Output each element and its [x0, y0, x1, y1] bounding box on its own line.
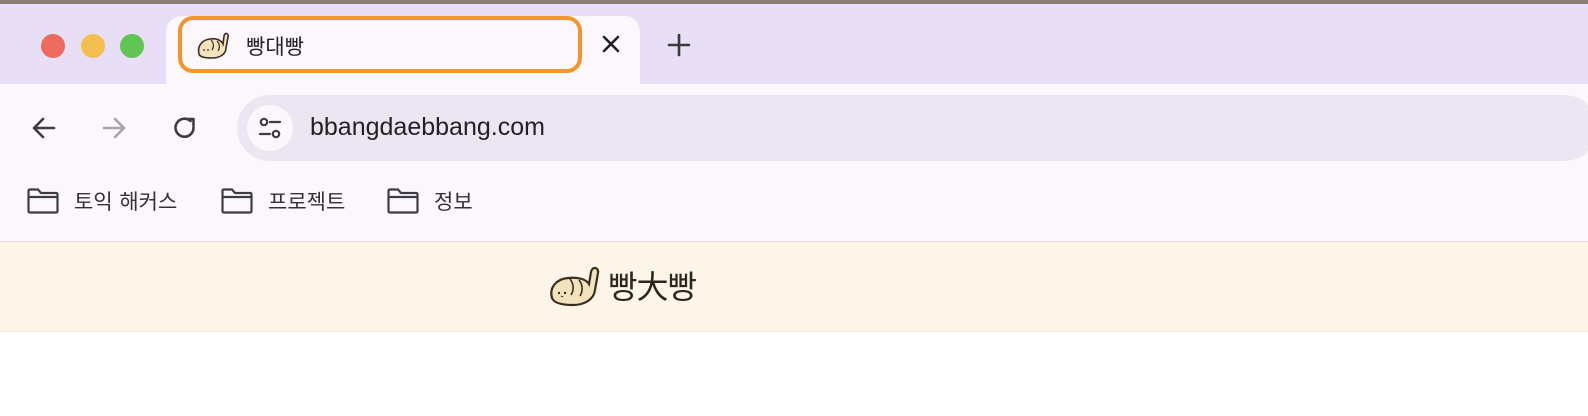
arrow-right-icon — [102, 117, 126, 139]
url-text[interactable]: bbangdaebbang.com — [310, 113, 545, 142]
back-button[interactable] — [28, 112, 60, 144]
bookmark-label: 정보 — [434, 190, 473, 214]
reload-icon — [174, 117, 195, 138]
bookmarks-bar: 토익 해커스 프로젝트 정보 — [0, 174, 1588, 242]
window-maximize-button[interactable] — [120, 34, 144, 58]
tune-icon — [258, 117, 282, 139]
plus-icon — [667, 33, 691, 57]
site-header: 빵大빵 — [0, 242, 1588, 332]
site-logo-text: 빵大빵 — [608, 268, 697, 306]
forward-button[interactable] — [98, 112, 130, 144]
arrow-left-icon — [32, 117, 56, 139]
bread-cat-icon — [550, 266, 600, 307]
site-info-button[interactable] — [247, 105, 293, 151]
bookmark-folder-project[interactable]: 프로젝트 — [220, 186, 345, 216]
tab-close-button[interactable] — [596, 29, 626, 59]
bookmark-label: 프로젝트 — [268, 190, 346, 214]
tab-title: 빵대빵 — [246, 35, 304, 59]
new-tab-button[interactable] — [664, 30, 694, 60]
folder-icon — [27, 188, 59, 214]
bookmark-folder-info[interactable]: 정보 — [386, 186, 473, 216]
close-icon — [602, 35, 620, 53]
bread-cat-icon — [197, 32, 229, 59]
window-minimize-button[interactable] — [81, 34, 105, 58]
address-bar[interactable]: bbangdaebbang.com — [237, 95, 1588, 161]
bookmark-label: 토익 해커스 — [74, 190, 178, 214]
folder-icon — [387, 188, 419, 214]
browser-toolbar: bbangdaebbang.com — [0, 84, 1588, 174]
tab-strip: 빵대빵 — [0, 4, 1588, 96]
window-close-button[interactable] — [41, 34, 65, 58]
bookmark-folder-toeic[interactable]: 토익 해커스 — [26, 186, 177, 216]
folder-icon — [221, 188, 253, 214]
site-logo[interactable]: 빵大빵 — [548, 262, 697, 308]
tab-highlight-outline — [178, 16, 582, 73]
reload-button[interactable] — [169, 112, 201, 144]
